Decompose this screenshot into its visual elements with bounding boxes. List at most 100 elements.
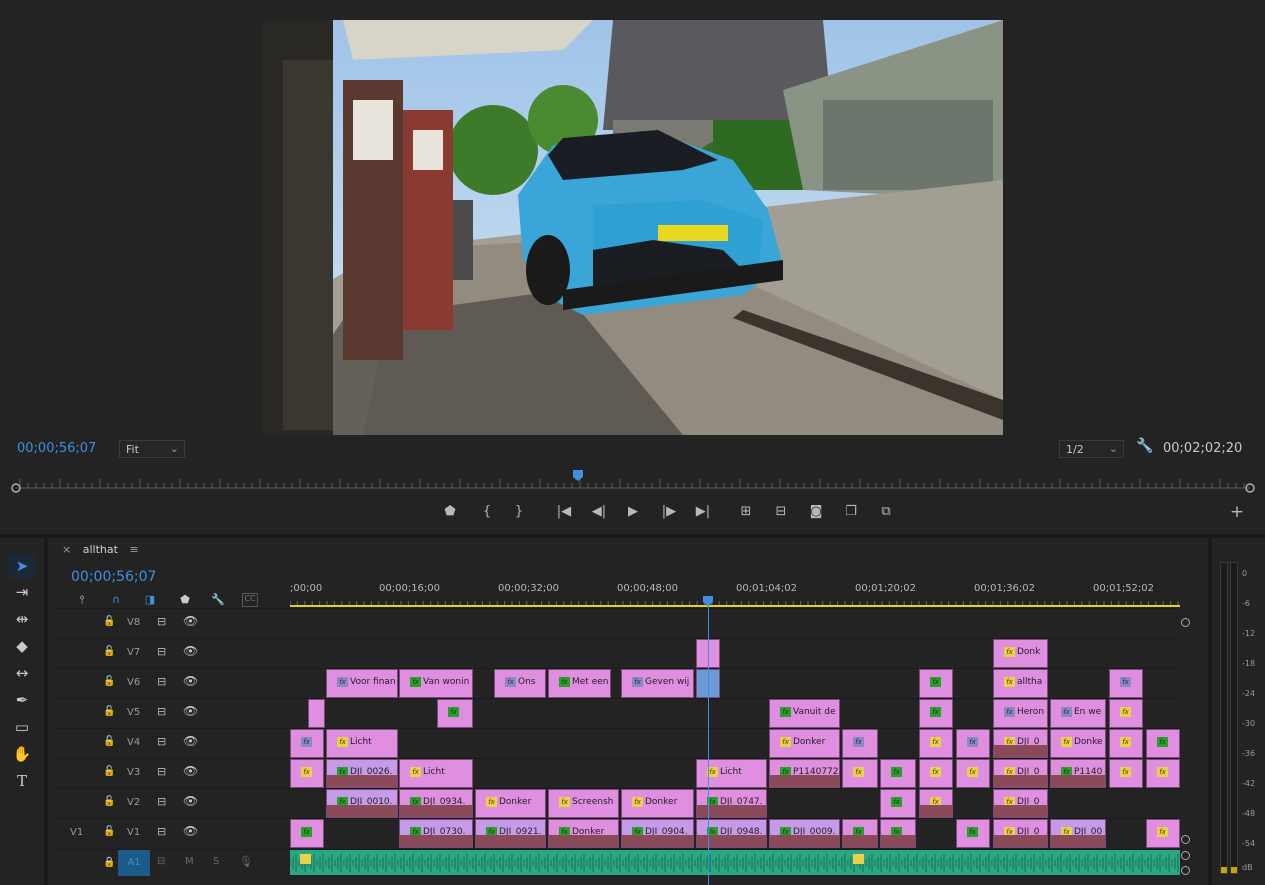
- sync-lock-icon[interactable]: ⊟: [157, 825, 166, 838]
- video-clip[interactable]: fx: [919, 699, 953, 728]
- video-clip[interactable]: fx Donker: [769, 729, 840, 758]
- export-frame-icon[interactable]: ◙: [805, 502, 827, 522]
- video-clip[interactable]: fx Licht: [399, 759, 473, 788]
- video-clip[interactable]: fx: [290, 759, 324, 788]
- video-clip[interactable]: fx DJI_0921.: [475, 819, 546, 848]
- video-clip[interactable]: fx DJI_0: [993, 789, 1048, 818]
- sync-lock-icon[interactable]: ⊟: [157, 765, 166, 778]
- current-timecode[interactable]: 00;00;56;07: [17, 441, 96, 456]
- marker-icon[interactable]: ⬟: [439, 502, 461, 522]
- video-clip[interactable]: fx: [956, 759, 990, 788]
- microphone-icon[interactable]: 🎙: [239, 855, 253, 868]
- video-clip[interactable]: fx Screensh: [548, 789, 619, 818]
- trim-icon[interactable]: ⧉: [875, 502, 897, 522]
- track-name[interactable]: V6: [127, 677, 140, 688]
- video-clip[interactable]: fx Donker: [621, 789, 694, 818]
- video-clip[interactable]: fx DJI_0026.: [326, 759, 398, 788]
- playhead-line[interactable]: [708, 602, 709, 885]
- track-name[interactable]: V1: [127, 827, 140, 838]
- video-clip[interactable]: fx En we: [1050, 699, 1106, 728]
- captions-icon[interactable]: CC: [242, 593, 258, 607]
- video-clip[interactable]: fx: [1109, 699, 1143, 728]
- video-clip[interactable]: fx: [1109, 669, 1143, 698]
- nest-icon[interactable]: ⫯: [73, 593, 91, 607]
- linked-selection-icon[interactable]: ◨: [141, 593, 159, 607]
- sync-lock-icon[interactable]: ⊟: [157, 856, 165, 867]
- lock-icon[interactable]: 🔓: [103, 676, 115, 687]
- extract-icon[interactable]: ⊟: [770, 502, 792, 522]
- video-clip[interactable]: fx: [1146, 729, 1180, 758]
- video-clip[interactable]: fx Donker: [548, 819, 619, 848]
- video-clip[interactable]: fx: [919, 669, 953, 698]
- sync-lock-icon[interactable]: ⊟: [157, 645, 166, 658]
- video-clip[interactable]: fx: [1146, 759, 1180, 788]
- scrollbar-bottom-knob[interactable]: [1181, 835, 1190, 844]
- video-clip[interactable]: fx Donk: [993, 639, 1048, 668]
- audio-scrollbar-top-knob[interactable]: [1181, 851, 1190, 860]
- eye-icon[interactable]: 👁: [183, 734, 198, 748]
- video-clip[interactable]: fx DJI_0010.: [326, 789, 398, 818]
- video-clip[interactable]: fx P1140: [1050, 759, 1106, 788]
- track-area[interactable]: fx Donk fx Voor finan fx Van wonin fx Ons fx Met …: [290, 608, 1180, 880]
- video-clip[interactable]: fx Licht: [696, 759, 767, 788]
- lock-icon[interactable]: 🔓: [103, 706, 115, 717]
- step-forward-icon[interactable]: |▶: [658, 502, 680, 522]
- selection-tool-icon[interactable]: ➤: [9, 554, 35, 578]
- video-clip[interactable]: fx DJI_0904.: [621, 819, 694, 848]
- sync-lock-icon[interactable]: ⊟: [157, 735, 166, 748]
- video-clip[interactable]: fx: [880, 819, 916, 848]
- pen-tool-icon[interactable]: ✒: [9, 688, 35, 712]
- solo-button[interactable]: S: [213, 856, 219, 867]
- video-clip[interactable]: fx Ons: [494, 669, 546, 698]
- mute-button[interactable]: M: [185, 856, 194, 867]
- panel-menu-icon[interactable]: ≡: [129, 543, 138, 556]
- lock-icon[interactable]: 🔓: [103, 646, 115, 657]
- video-clip[interactable]: fx Vanuit de: [769, 699, 840, 728]
- slip-tool-icon[interactable]: ↔: [9, 661, 35, 685]
- track-lane[interactable]: [290, 608, 1180, 638]
- video-clip[interactable]: fx Geven wij: [621, 669, 694, 698]
- ripple-edit-tool-icon[interactable]: ⇹: [9, 607, 35, 631]
- video-clip[interactable]: fx DJI_00: [1050, 819, 1106, 848]
- close-icon[interactable]: ×: [62, 543, 71, 556]
- add-button-icon[interactable]: +: [1226, 502, 1248, 522]
- eye-icon[interactable]: 👁: [183, 704, 198, 718]
- video-clip[interactable]: fx: [290, 819, 324, 848]
- add-marker-icon[interactable]: ⬟: [176, 593, 194, 607]
- eye-icon[interactable]: 👁: [183, 674, 198, 688]
- lock-icon[interactable]: 🔓: [103, 616, 115, 627]
- video-clip[interactable]: fx Donke: [1050, 729, 1106, 758]
- video-clip[interactable]: fx DJI_0934.: [399, 789, 473, 818]
- track-name[interactable]: V3: [127, 767, 140, 778]
- video-clip[interactable]: fx: [956, 729, 990, 758]
- video-clip[interactable]: fx Met een: [548, 669, 611, 698]
- eye-icon[interactable]: 👁: [183, 644, 198, 658]
- sync-lock-icon[interactable]: ⊟: [157, 705, 166, 718]
- video-clip[interactable]: fx: [1146, 819, 1180, 848]
- audio-clip-a1[interactable]: [289, 849, 1180, 875]
- video-clip[interactable]: fx: [842, 759, 878, 788]
- source-patch[interactable]: V1: [70, 827, 83, 838]
- timeline-ruler[interactable]: ;00;00 00;00;16;00 00;00;32;00 00;00;48;00 0…: [290, 580, 1180, 608]
- video-clip[interactable]: fx Van wonin: [399, 669, 473, 698]
- video-clip[interactable]: fx DJI_0: [993, 729, 1048, 758]
- video-clip[interactable]: fx DJI_0948.: [696, 819, 767, 848]
- video-clip[interactable]: fx: [880, 759, 916, 788]
- eye-icon[interactable]: 👁: [183, 764, 198, 778]
- track-select-tool-icon[interactable]: ⇥: [9, 580, 35, 604]
- wrench-icon[interactable]: 🔧: [1136, 438, 1153, 454]
- sync-lock-icon[interactable]: ⊟: [157, 795, 166, 808]
- video-clip[interactable]: fx Voor finan: [326, 669, 398, 698]
- video-clip[interactable]: fx: [290, 729, 324, 758]
- video-clip[interactable]: fx DJI_0747.: [696, 789, 767, 818]
- video-clip[interactable]: fx: [919, 729, 953, 758]
- video-clip[interactable]: fx Donker: [475, 789, 546, 818]
- video-clip[interactable]: fx Heron: [993, 699, 1048, 728]
- video-clip[interactable]: fx: [880, 789, 916, 818]
- lift-icon[interactable]: ⊞: [735, 502, 757, 522]
- wrench-icon[interactable]: 🔧: [209, 593, 227, 607]
- play-icon[interactable]: ▶: [622, 502, 644, 522]
- video-clip[interactable]: fx alltha: [993, 669, 1048, 698]
- video-clip[interactable]: fx: [919, 759, 953, 788]
- mark-in-icon[interactable]: {: [476, 502, 498, 522]
